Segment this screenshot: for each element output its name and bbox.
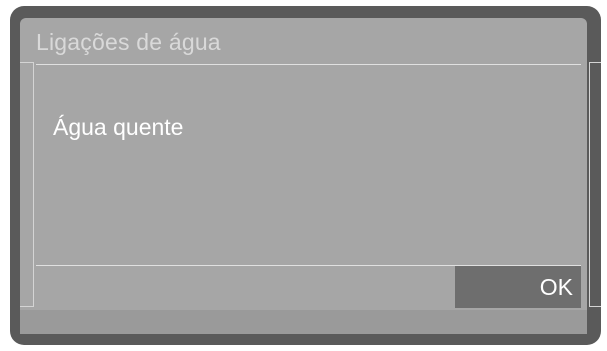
right-guide-line bbox=[589, 62, 590, 306]
option-hot-water: Água quente bbox=[53, 114, 184, 140]
header-divider bbox=[36, 64, 581, 65]
right-bottom-tick bbox=[589, 306, 601, 307]
ok-button[interactable]: OK bbox=[455, 266, 581, 308]
left-top-tick bbox=[20, 62, 34, 63]
bottom-band bbox=[20, 310, 587, 334]
right-top-tick bbox=[589, 62, 601, 63]
left-bottom-tick bbox=[20, 306, 34, 307]
left-guide-line bbox=[33, 62, 34, 306]
dialog-title: Ligações de água bbox=[36, 29, 221, 55]
